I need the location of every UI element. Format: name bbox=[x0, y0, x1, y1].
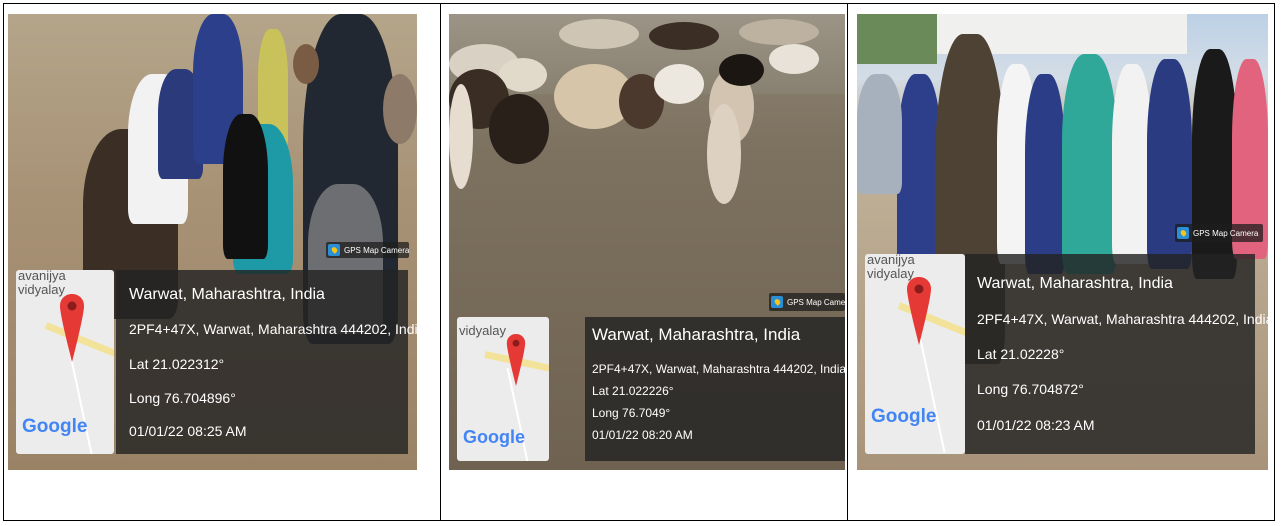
gps-map-camera-badge: GPS Map Camera bbox=[326, 242, 409, 258]
latitude-text: Lat 21.02228° bbox=[977, 346, 1065, 362]
google-logo: Google bbox=[463, 427, 525, 448]
map-thumbnail: avanijya vidyalay Google bbox=[16, 270, 114, 454]
latitude-text: Lat 21.022312° bbox=[129, 356, 225, 372]
location-title: Warwat, Maharashtra, India bbox=[129, 286, 325, 303]
datetime-text: 01/01/22 08:23 AM bbox=[977, 417, 1095, 433]
location-title: Warwat, Maharashtra, India bbox=[592, 325, 801, 344]
gps-map-camera-badge: GPS Map Camera bbox=[769, 293, 845, 311]
map-label-2: vidyalay bbox=[18, 282, 65, 297]
google-logo-text: Google bbox=[463, 427, 525, 447]
badge-label: GPS Map Camera bbox=[1193, 228, 1259, 238]
google-logo-text: Google bbox=[22, 416, 88, 437]
address-text: 2PF4+47X, Warwat, Maharashtra 444202, In… bbox=[129, 321, 417, 337]
map-thumbnail: avanijya vidyalay Google bbox=[865, 254, 965, 454]
address-text: 2PF4+47X, Warwat, Maharashtra 444202, In… bbox=[592, 362, 845, 376]
location-pin-icon bbox=[907, 277, 931, 345]
gps-map-camera-icon bbox=[771, 296, 783, 308]
photo-2: GPS Map Camera vidyalay Google Warwat, M… bbox=[449, 14, 845, 470]
datetime-text: 01/01/22 08:25 AM bbox=[129, 423, 247, 439]
location-title: Warwat, Maharashtra, India bbox=[977, 275, 1173, 292]
google-logo-text: Google bbox=[871, 406, 937, 427]
longitude-text: Long 76.704896° bbox=[129, 390, 236, 406]
google-logo: Google bbox=[22, 416, 87, 438]
latitude-text: Lat 21.022226° bbox=[592, 384, 674, 398]
gps-map-camera-icon bbox=[1177, 227, 1189, 239]
photo-1: GPS Map Camera avanijya vidyalay Google … bbox=[8, 14, 417, 470]
longitude-text: Long 76.7049° bbox=[592, 406, 671, 420]
map-thumbnail: vidyalay Google bbox=[457, 317, 549, 461]
address-text: 2PF4+47X, Warwat, Maharashtra 444202, In… bbox=[977, 311, 1268, 327]
map-label-2: vidyalay bbox=[459, 323, 506, 338]
photo-3: GPS Map Camera avanijya vidyalay Google … bbox=[857, 14, 1268, 470]
location-info-box: Warwat, Maharashtra, India 2PF4+47X, War… bbox=[585, 317, 845, 461]
location-info-box: Warwat, Maharashtra, India 2PF4+47X, War… bbox=[965, 254, 1268, 454]
google-logo: Google bbox=[871, 406, 936, 428]
location-pin-icon bbox=[506, 334, 526, 386]
datetime-text: 01/01/22 08:20 AM bbox=[592, 428, 693, 442]
location-pin-icon bbox=[60, 294, 84, 362]
gps-map-camera-badge: GPS Map Camera bbox=[1175, 224, 1263, 242]
location-info-box: Warwat, Maharashtra, India 2PF4+47X, War… bbox=[116, 270, 417, 454]
badge-label: GPS Map Camera bbox=[787, 297, 845, 307]
gps-map-camera-icon bbox=[328, 244, 340, 256]
badge-label: GPS Map Camera bbox=[344, 245, 409, 255]
longitude-text: Long 76.704872° bbox=[977, 381, 1084, 397]
